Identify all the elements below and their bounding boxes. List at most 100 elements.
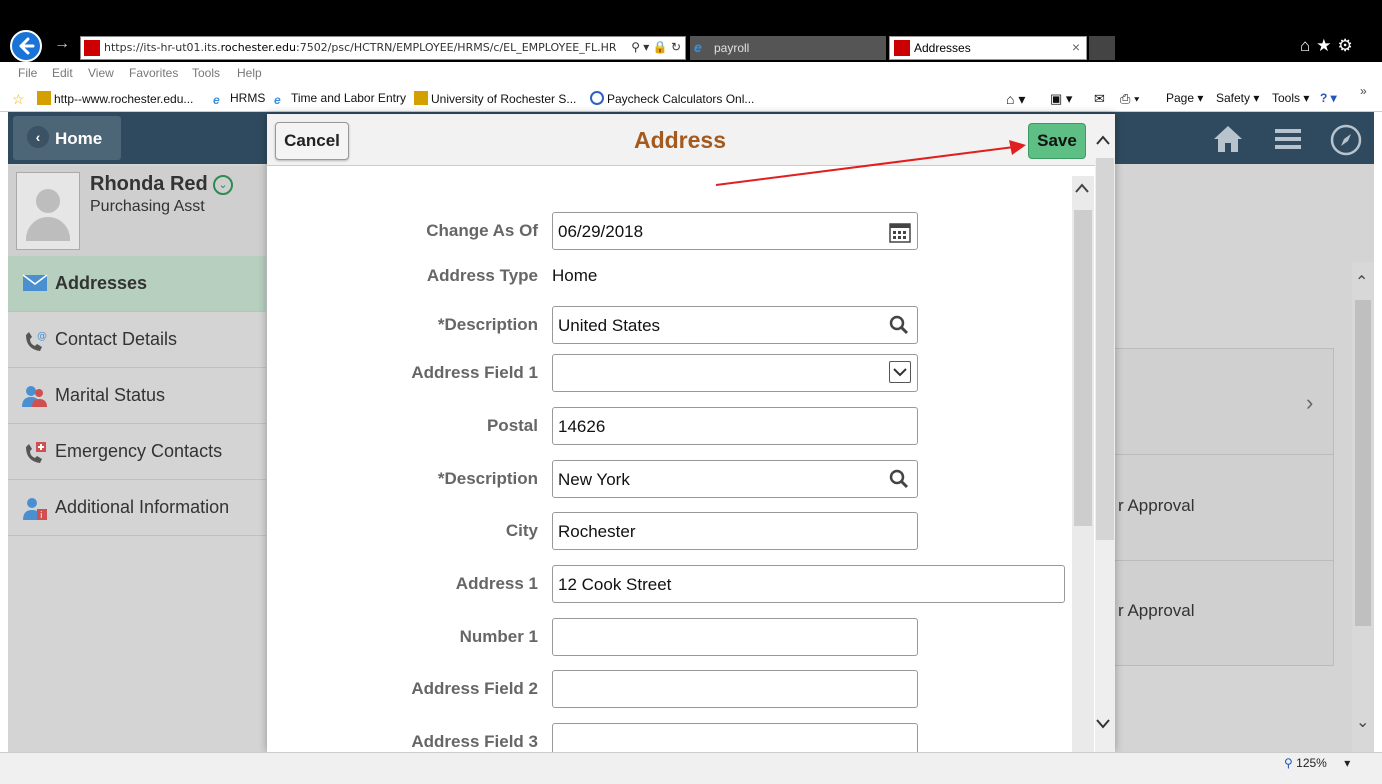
chevron-right-icon[interactable]: › — [1306, 390, 1313, 416]
menu-tools[interactable]: Tools — [192, 66, 220, 80]
help-icon[interactable]: ? ▾ — [1320, 91, 1337, 105]
home-icon[interactable] — [1212, 124, 1244, 161]
safety-menu[interactable]: Safety ▾ — [1216, 91, 1259, 105]
tab-payroll[interactable]: e payroll — [690, 36, 886, 60]
address-type-label: Address Type — [426, 266, 538, 285]
address-bar-controls[interactable]: ⚲ ▾ 🔒 ↻ — [631, 40, 681, 54]
menu-favorites[interactable]: Favorites — [129, 66, 178, 80]
scroll-down-icon[interactable]: ⌄ — [1356, 712, 1369, 732]
menu-file[interactable]: File — [18, 66, 37, 80]
favorite-link-university[interactable]: University of Rochester S... — [414, 91, 576, 106]
cancel-button[interactable]: Cancel — [275, 122, 349, 160]
globe-icon — [590, 91, 604, 105]
settings-gear-icon[interactable]: ⚙ — [1338, 36, 1359, 55]
page-scrollbar[interactable]: ⌃ ⌄ — [1352, 262, 1374, 752]
tab-addresses[interactable]: Addresses × — [889, 36, 1087, 60]
city-value: Rochester — [558, 522, 636, 541]
postal-label: Postal — [486, 416, 538, 435]
state-field[interactable]: New York — [552, 460, 918, 498]
address-field-3-field[interactable] — [552, 723, 918, 752]
city-field[interactable]: Rochester — [552, 512, 918, 550]
home-button[interactable]: ‹ Home — [13, 116, 121, 160]
favorite-link-paycheck[interactable]: Paycheck Calculators Onl... — [590, 91, 754, 106]
change-as-of-field[interactable]: 06/29/2018 — [552, 212, 918, 250]
navbar-compass-icon[interactable] — [1330, 124, 1362, 163]
address-type-value: Home — [552, 266, 598, 285]
home-cmd-icon[interactable]: ⌂ ▾ — [1006, 91, 1025, 108]
divider — [1114, 454, 1334, 455]
rss-feed-icon[interactable]: ▣ ▾ — [1050, 91, 1072, 107]
city-label: City — [505, 521, 538, 540]
oracle-favicon-icon — [84, 40, 100, 56]
zoom-value: 125% — [1296, 756, 1327, 770]
divider — [1114, 560, 1334, 561]
person-title: Purchasing Asst — [90, 198, 205, 215]
svg-text:@: @ — [37, 331, 47, 342]
sidebar-item-label: Marital Status — [55, 385, 166, 405]
address-field-2-field[interactable] — [552, 670, 918, 708]
sidebar-item-label: Additional Information — [55, 497, 230, 517]
menu-edit[interactable]: Edit — [52, 66, 73, 80]
chevron-left-icon: ‹ — [27, 126, 49, 148]
favorite-link-hrms[interactable]: e HRMS — [213, 91, 265, 107]
chevron-down-icon[interactable]: ▾ — [1344, 756, 1350, 770]
scroll-down-icon[interactable] — [1095, 714, 1111, 735]
address-field-1-select[interactable] — [552, 354, 918, 392]
close-tab-icon[interactable]: × — [1072, 39, 1080, 55]
add-favorite-star-icon[interactable]: ☆ — [12, 91, 28, 107]
envelope-icon — [22, 273, 48, 295]
new-tab-button[interactable] — [1089, 36, 1115, 60]
back-arrow-icon[interactable] — [10, 30, 42, 62]
menu-help[interactable]: Help — [237, 66, 262, 80]
search-icon[interactable] — [889, 315, 911, 335]
zoom-level[interactable]: ⚲ 125% ▾ — [1284, 756, 1350, 770]
favorite-link-rochester[interactable]: http--www.rochester.edu... — [37, 91, 193, 106]
sidebar-item-label: Contact Details — [55, 329, 178, 349]
modal-content-scrollbar[interactable] — [1072, 176, 1094, 752]
calendar-icon[interactable] — [889, 221, 911, 243]
url-text: https://its-hr-ut01.its.rochester.edu:75… — [104, 41, 617, 54]
search-icon[interactable] — [889, 469, 911, 489]
scroll-up-icon[interactable] — [1095, 130, 1111, 151]
favorite-link-time-labor[interactable]: e Time and Labor Entry — [274, 91, 406, 107]
sidebar-item-label: Addresses — [55, 273, 148, 293]
ie-logo-icon: e — [213, 93, 220, 107]
address-bar[interactable]: https://its-hr-ut01.its.rochester.edu:75… — [80, 36, 686, 60]
menu-view[interactable]: View — [88, 66, 114, 80]
avatar — [16, 172, 80, 250]
phone-at-icon: @ — [22, 329, 47, 351]
menu-bar: File Edit View Favorites Tools Help — [0, 62, 1382, 86]
scroll-up-icon[interactable] — [1074, 181, 1090, 199]
address-1-field[interactable]: 12 Cook Street — [552, 565, 1065, 603]
person-info-icon: i — [22, 497, 47, 521]
flower-icon — [37, 91, 51, 105]
postal-field[interactable]: 14626 — [552, 407, 918, 445]
modal-outer-scrollbar[interactable] — [1095, 158, 1115, 752]
chevron-down-icon[interactable]: ⌄ — [213, 175, 233, 195]
chevron-down-icon[interactable] — [889, 361, 911, 383]
number-1-field[interactable] — [552, 618, 918, 656]
scrollbar-thumb[interactable] — [1096, 158, 1114, 540]
country-field[interactable]: United States — [552, 306, 918, 344]
sidebar-item-contact-details[interactable]: @ Contact Details — [8, 312, 266, 368]
overflow-chevron[interactable]: » — [1360, 84, 1367, 98]
sidebar-item-additional-information[interactable]: i Additional Information — [8, 480, 266, 536]
scrollbar-thumb[interactable] — [1355, 300, 1371, 626]
home-icon[interactable]: ⌂ — [1300, 36, 1316, 55]
country-value: United States — [558, 316, 661, 335]
sidebar-item-marital-status[interactable]: Marital Status — [8, 368, 266, 424]
forward-arrow-icon[interactable]: → — [54, 35, 70, 53]
menu-icon[interactable] — [1275, 126, 1301, 159]
print-icon[interactable]: ⎙ ▾ — [1120, 91, 1139, 107]
scroll-up-icon[interactable]: ⌃ — [1355, 272, 1368, 292]
tools-menu[interactable]: Tools ▾ — [1272, 91, 1309, 105]
mail-icon[interactable]: ✉ — [1094, 91, 1105, 107]
scrollbar-thumb[interactable] — [1074, 210, 1092, 526]
description-state-label: *Description — [437, 469, 538, 488]
address-field-1-label: Address Field 1 — [411, 363, 538, 382]
zoom-icon: ⚲ — [1284, 756, 1293, 770]
sidebar-item-emergency-contacts[interactable]: Emergency Contacts — [8, 424, 266, 480]
favorites-star-icon[interactable]: ★ — [1316, 36, 1337, 55]
sidebar-item-addresses[interactable]: Addresses — [8, 256, 266, 312]
page-menu[interactable]: Page ▾ — [1166, 91, 1203, 105]
